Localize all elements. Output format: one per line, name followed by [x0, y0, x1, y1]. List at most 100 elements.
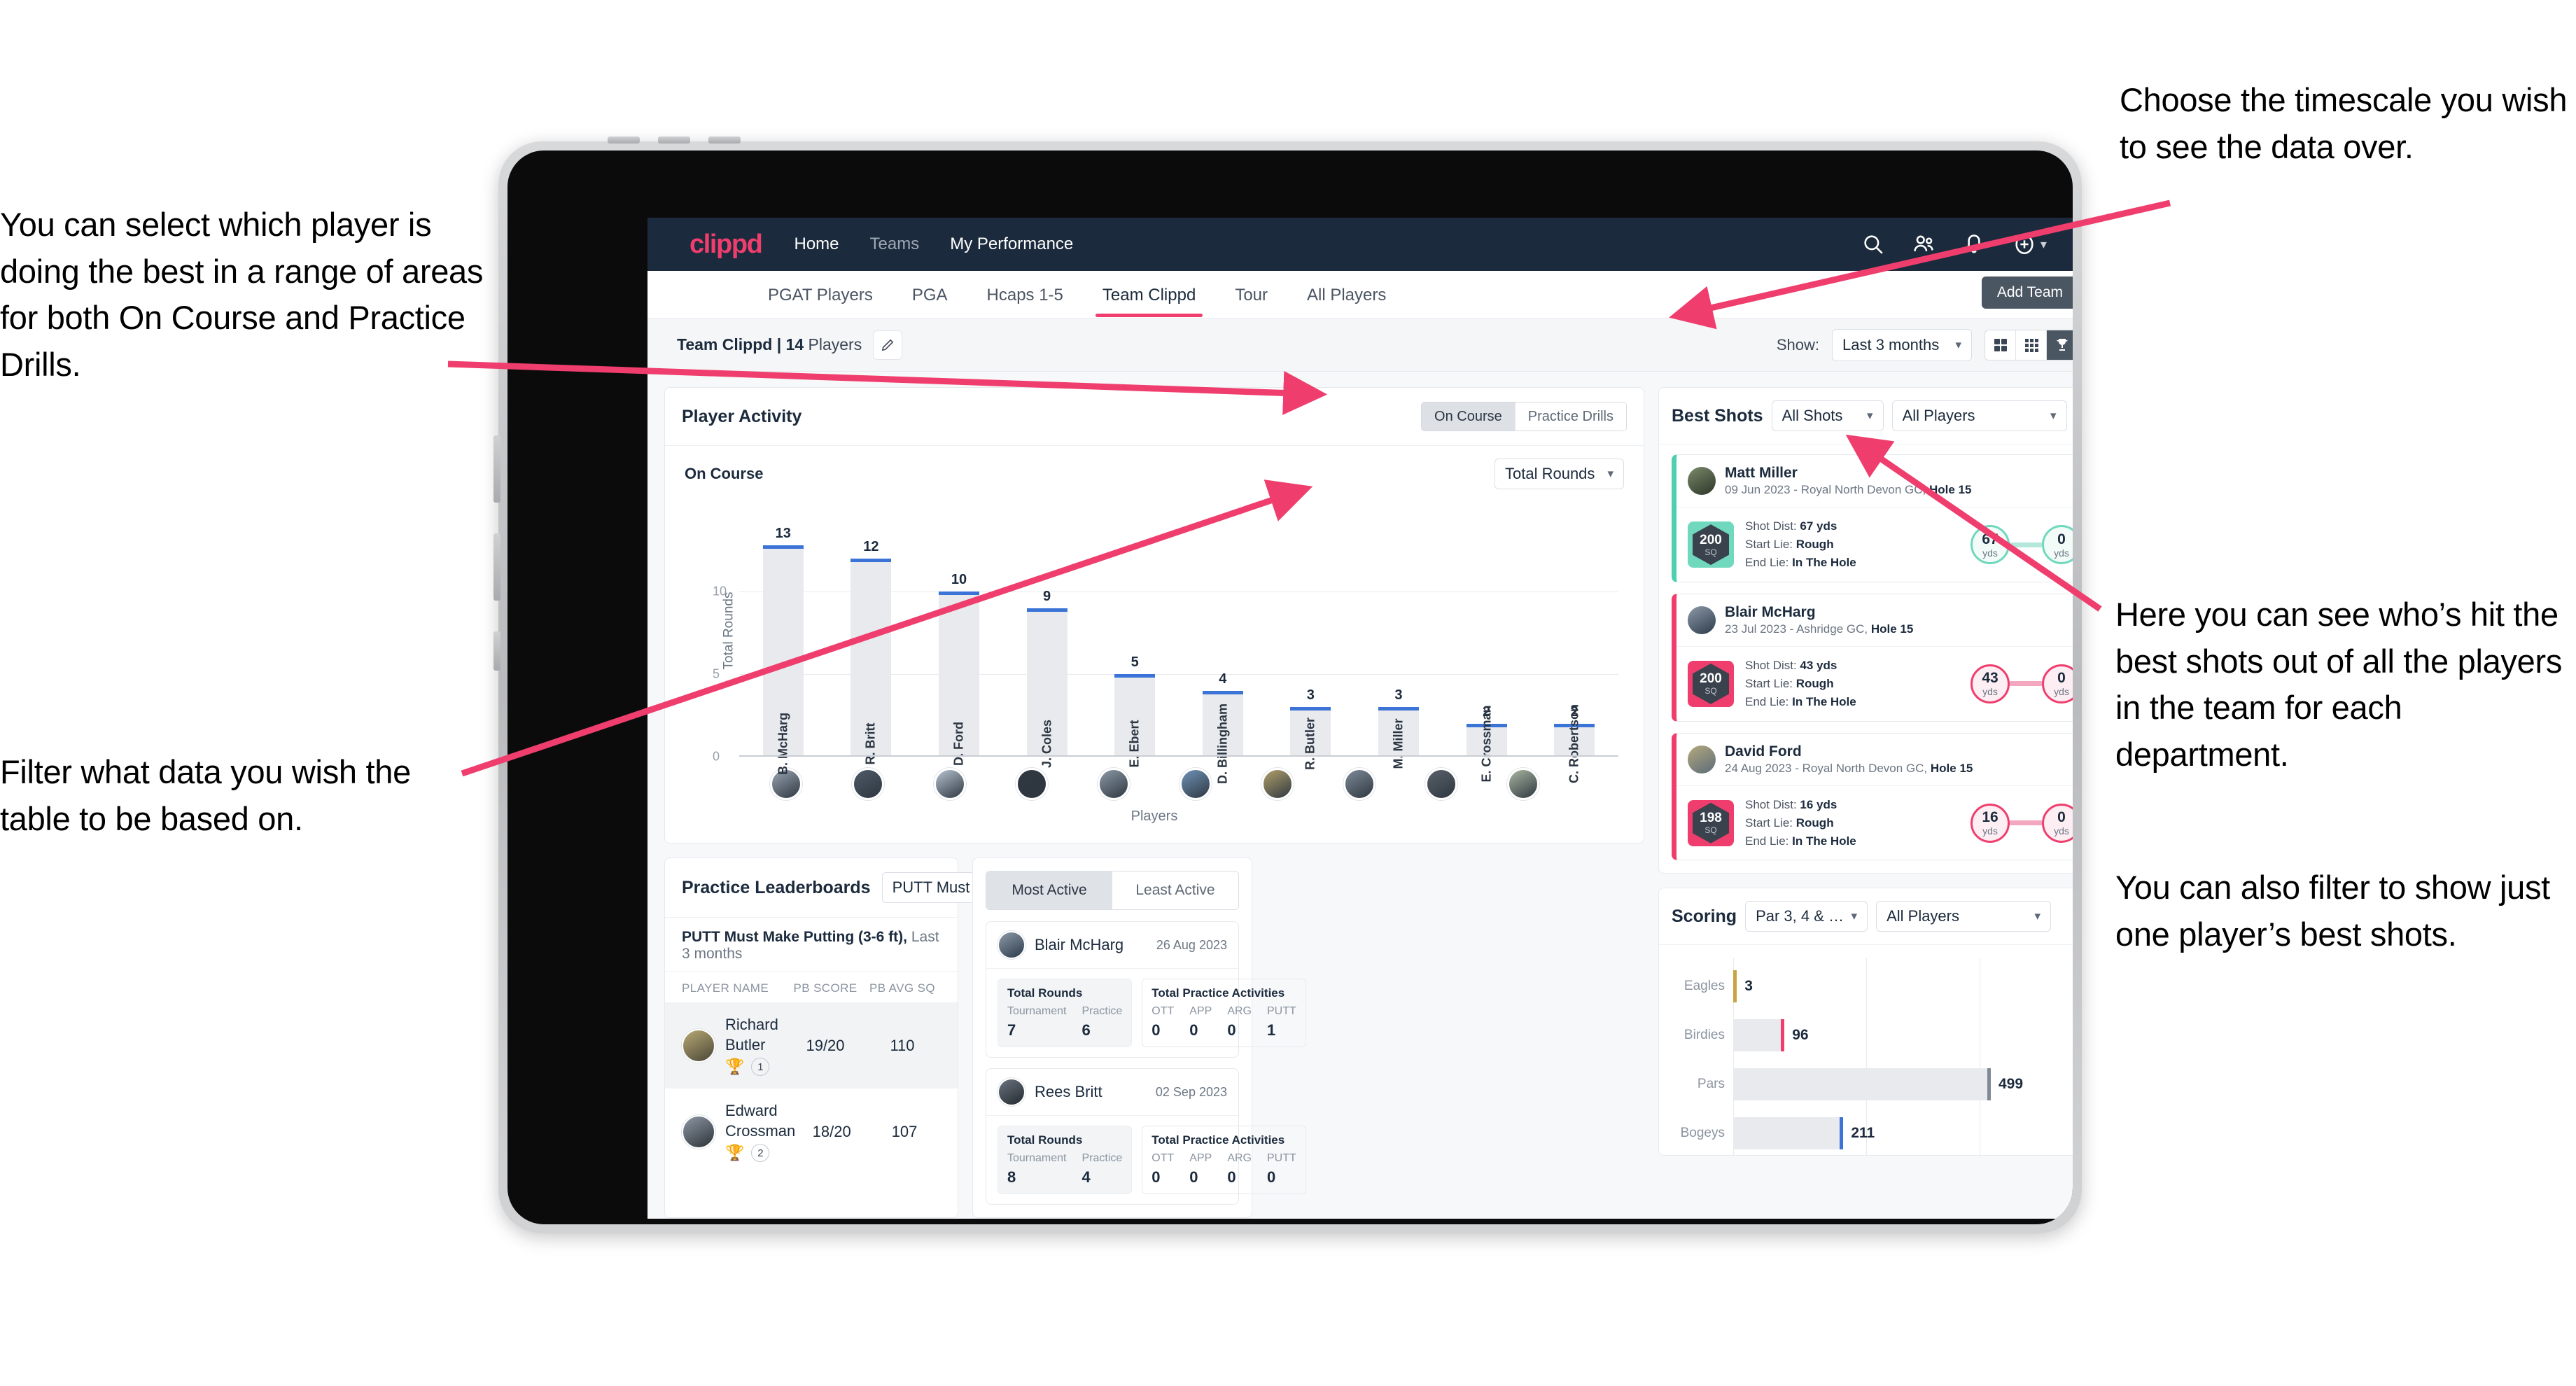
- chart-bar-column[interactable]: 2 E. Crossman: [1443, 526, 1531, 783]
- avatar[interactable]: [1015, 768, 1048, 800]
- nav-link-teams[interactable]: Teams: [870, 234, 920, 254]
- player-avatar-cell[interactable]: [909, 768, 990, 800]
- activity-card-item[interactable]: Rees Britt 02 Sep 2023 Total Rounds Tournam…: [986, 1068, 1306, 1205]
- avatar[interactable]: [933, 768, 966, 800]
- chart-bar[interactable]: J. Coles: [1026, 608, 1068, 768]
- tab-team-clippd[interactable]: Team Clippd: [1095, 273, 1203, 317]
- shot-type-select[interactable]: All Shots ▾: [1771, 400, 1884, 431]
- shot-type-value: All Shots: [1782, 407, 1843, 424]
- tab-pga[interactable]: PGA: [911, 273, 949, 316]
- scoring-category-label: Bogeys: [1680, 1126, 1725, 1141]
- chart-bar[interactable]: D. Ford: [938, 592, 979, 766]
- chart-bar-column[interactable]: 13 B. McHarg: [739, 526, 827, 775]
- chart-bar-column[interactable]: 5 E. Ebert: [1091, 526, 1179, 768]
- chart-bar-column[interactable]: 3 M. Miller: [1354, 526, 1443, 769]
- chart-bar-column[interactable]: 9 J. Coles: [1003, 526, 1091, 768]
- chevron-down-icon: ▾: [1955, 337, 1961, 351]
- player-filter-select[interactable]: All Players ▾: [1891, 400, 2067, 431]
- best-shot-body: 200 SQ Shot Dist: 43 yds Start Lie: Rough En…: [1676, 647, 2073, 720]
- leaderboard-rows: Richard Butler 🏆 1 19/20 110 Edward Crossman 🏆…: [665, 1002, 958, 1175]
- activity-card-item[interactable]: Blair McHarg 26 Aug 2023 Total Rounds Tourn…: [986, 921, 1306, 1058]
- people-icon[interactable]: [1912, 232, 1935, 256]
- player-avatar-cell[interactable]: [990, 768, 1072, 800]
- best-shot-card[interactable]: Blair McHarg 23 Jul 2023 - Ashridge GC, H…: [1672, 593, 2073, 722]
- tab-pgat-players[interactable]: PGAT Players: [766, 273, 874, 316]
- chart-bar[interactable]: D. Billingham: [1202, 690, 1243, 784]
- best-shot-player-name: David Ford: [1725, 743, 1802, 760]
- avatar[interactable]: [1179, 768, 1212, 800]
- period-select[interactable]: Last 3 months ▾: [1832, 328, 1972, 361]
- chart-bar-column[interactable]: 2 C. Robertson: [1530, 526, 1618, 783]
- player-avatar-cell[interactable]: [1482, 768, 1564, 800]
- tab-least-active[interactable]: Least Active: [1112, 872, 1238, 909]
- right-column: Best Shots All Shots ▾ All Players ▾ Mat…: [1658, 387, 2073, 1218]
- nav-link-my-performance[interactable]: My Performance: [950, 234, 1073, 254]
- shot-details: Shot Dist: 67 yds Start Lie: Rough End Lie…: [1745, 517, 1856, 571]
- tab-tour[interactable]: Tour: [1233, 273, 1269, 316]
- edit-team-button[interactable]: [873, 330, 903, 360]
- chart-bar-column[interactable]: 10 D. Ford: [915, 526, 1003, 766]
- scoring-row[interactable]: Eagles 3: [1673, 962, 2073, 1011]
- segment-on-course[interactable]: On Course: [1422, 402, 1516, 430]
- segment-practice-drills[interactable]: Practice Drills: [1515, 402, 1626, 430]
- best-shot-card[interactable]: David Ford 24 Aug 2023 - Royal North Devo…: [1672, 732, 2073, 861]
- chart-y-axis-label: Total Rounds: [721, 592, 736, 670]
- search-icon[interactable]: [1861, 232, 1885, 256]
- avatar[interactable]: [1097, 768, 1130, 800]
- avatar[interactable]: [851, 768, 884, 800]
- chart-bar[interactable]: B. McHarg: [762, 545, 804, 775]
- nav-link-home[interactable]: Home: [794, 234, 839, 254]
- chart-y-tick: 0: [713, 749, 720, 764]
- chart-bar[interactable]: C. Robertson: [1554, 704, 1595, 783]
- avatar[interactable]: [1261, 768, 1294, 800]
- table-row[interactable]: Edward Crossman 🏆 2 18/20 107: [665, 1088, 958, 1175]
- grid-3x3-icon[interactable]: [2016, 330, 2047, 360]
- bell-icon[interactable]: [1962, 232, 1986, 256]
- tab-all-players[interactable]: All Players: [1306, 273, 1387, 316]
- chart-bar[interactable]: E. Crossman: [1466, 705, 1507, 783]
- annotation-filter-player: You can also filter to show just one pla…: [2115, 869, 2550, 953]
- chart-bar[interactable]: E. Ebert: [1114, 674, 1156, 768]
- player-avatar-cell[interactable]: [1318, 768, 1400, 800]
- par-select[interactable]: Par 3, 4 & 5s ▾: [1745, 901, 1868, 932]
- player-avatar-cell[interactable]: [1400, 768, 1482, 800]
- avatar[interactable]: [1424, 768, 1457, 800]
- practice-leaderboards-subtitle: PUTT Must Make Putting (3-6 ft), Last 3 …: [665, 918, 958, 972]
- player-avatar-cell[interactable]: [1236, 768, 1318, 800]
- chart-bar-value: 13: [775, 526, 791, 541]
- plus-circle-icon[interactable]: [2012, 232, 2036, 256]
- player-avatar-cell[interactable]: [1072, 768, 1154, 800]
- dashboard-content: Player Activity On Course Practice Drill…: [648, 372, 2073, 1219]
- chart-bar-column[interactable]: 4 D. Billingham: [1179, 526, 1267, 784]
- chart-bar-column[interactable]: 3 R. Butler: [1267, 526, 1355, 770]
- scoring-player-select[interactable]: All Players ▾: [1876, 901, 2052, 932]
- trophy-icon[interactable]: [2047, 330, 2073, 360]
- players-word: Players: [808, 335, 862, 354]
- chart-bar[interactable]: M. Miller: [1378, 707, 1419, 769]
- scoring-track: 96: [1733, 1019, 2073, 1052]
- chart-bar-column[interactable]: 12 R. Britt: [827, 526, 916, 765]
- add-menu[interactable]: ▾: [2012, 232, 2047, 256]
- scoring-row[interactable]: Birdies 96: [1673, 1011, 2073, 1060]
- scoring-row[interactable]: Bogeys 211: [1673, 1109, 2073, 1158]
- left-column: Player Activity On Course Practice Drill…: [664, 387, 1644, 1218]
- activity-card-header: Rees Britt 02 Sep 2023: [986, 1069, 1238, 1116]
- best-shot-card[interactable]: Matt Miller 09 Jun 2023 - Royal North Dev…: [1672, 454, 2073, 582]
- tab-hcaps-1-5[interactable]: Hcaps 1-5: [986, 273, 1065, 316]
- leaderboard-player: Edward Crossman 🏆 2: [682, 1101, 795, 1163]
- practice-stat: ARG 0: [1227, 1005, 1252, 1039]
- chart-bar-label: D. Ford: [951, 722, 966, 766]
- grid-2x2-icon[interactable]: [1985, 330, 2016, 360]
- scoring-row[interactable]: Pars 499: [1673, 1060, 2073, 1109]
- avatar[interactable]: [1506, 768, 1539, 800]
- clippd-logo[interactable]: clippd: [690, 230, 763, 260]
- player-avatar-cell[interactable]: [827, 768, 909, 800]
- player-activity-title: Player Activity: [682, 406, 802, 426]
- table-row[interactable]: Richard Butler 🏆 1 19/20 110: [665, 1002, 958, 1089]
- chart-bar[interactable]: R. Britt: [850, 559, 892, 765]
- player-activity-chart: Total Rounds 0 5 10 13 B. McHarg 12 R. Britt 1…: [685, 505, 1624, 784]
- avatar[interactable]: [1343, 768, 1376, 800]
- chart-bar[interactable]: R. Butler: [1290, 707, 1331, 770]
- tab-most-active[interactable]: Most Active: [986, 872, 1112, 909]
- metric-select[interactable]: Total Rounds ▾: [1494, 458, 1624, 489]
